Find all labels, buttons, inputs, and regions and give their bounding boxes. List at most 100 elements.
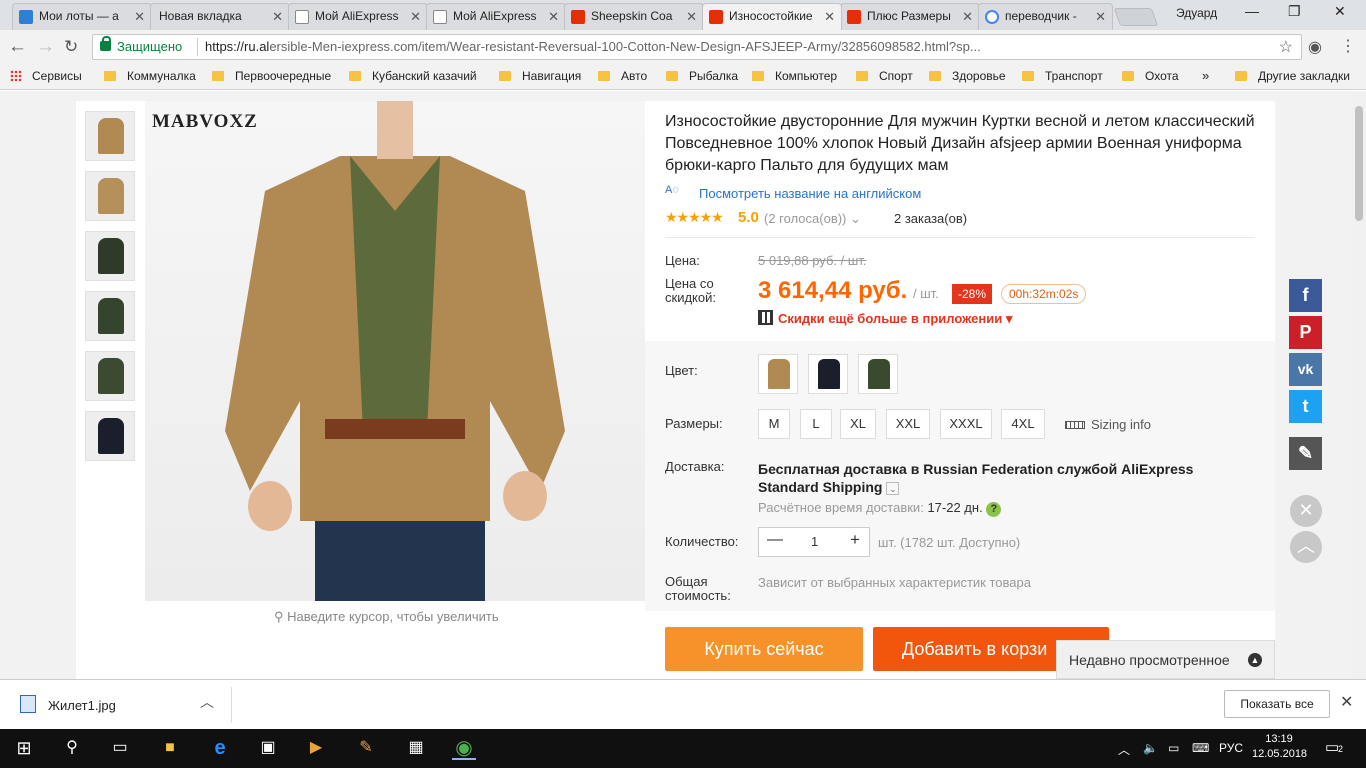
close-icon[interactable]: ✕	[1095, 4, 1106, 29]
quantity-stepper[interactable]: — 1 +	[758, 527, 870, 557]
color-swatch-green[interactable]	[858, 354, 898, 394]
size-option-xxxl[interactable]: XXXL	[940, 409, 992, 439]
tab-5-active[interactable]: Износостойкие ✕	[702, 3, 842, 30]
thumbnail[interactable]	[85, 111, 135, 161]
color-swatch-navy[interactable]	[808, 354, 848, 394]
bookmark-folder[interactable]: Охота	[1122, 69, 1179, 83]
sizing-info-link[interactable]: Sizing info	[1065, 417, 1151, 432]
media-player-icon[interactable]: ▶	[304, 736, 328, 760]
size-option-m[interactable]: M	[758, 409, 790, 439]
size-option-xl[interactable]: XL	[840, 409, 876, 439]
maximize-icon[interactable]: ❐	[1288, 3, 1301, 20]
show-all-button[interactable]: Показать все	[1224, 690, 1330, 718]
bookmark-folder[interactable]: Навигация	[499, 69, 581, 83]
tab-4[interactable]: Sheepskin Coa ✕	[564, 3, 704, 30]
tab-3[interactable]: Мой AliExpress ✕	[426, 3, 566, 30]
app-icon[interactable]: ✎	[354, 736, 378, 760]
bookmark-folder[interactable]: Компьютер	[752, 69, 837, 83]
close-window-icon[interactable]: ✕	[1334, 3, 1346, 20]
reload-icon[interactable]: ↻	[64, 37, 78, 57]
chevron-up-icon[interactable]: ︿	[200, 692, 214, 712]
download-filename[interactable]: Жилет1.jpg	[48, 698, 116, 713]
scroll-top-icon[interactable]: ︿	[1290, 531, 1322, 563]
scrollbar[interactable]	[1352, 91, 1366, 679]
close-icon[interactable]: ✕	[1340, 692, 1353, 712]
close-icon[interactable]: ✕	[962, 4, 973, 29]
edit-icon[interactable]: ✎	[1289, 437, 1322, 470]
bookmark-folder[interactable]: Первоочередные	[212, 69, 331, 83]
tray-chevron-icon[interactable]: ︿	[1118, 741, 1130, 758]
address-bar[interactable]: Защищено https://ru.alersible-Men-iexpre…	[92, 34, 1302, 60]
close-icon[interactable]: ✕	[1290, 495, 1322, 527]
calculator-icon[interactable]: ▦	[404, 736, 428, 760]
view-english-link[interactable]: Посмотреть название на английском	[699, 186, 921, 201]
quantity-value[interactable]: 1	[811, 534, 818, 549]
bookmark-apps[interactable]: Сервисы	[10, 69, 82, 83]
extension-icon[interactable]: ◉	[1308, 37, 1322, 57]
file-explorer-icon[interactable]: ■	[158, 736, 182, 760]
forward-icon[interactable]: →	[36, 36, 55, 58]
new-tab-button[interactable]	[1113, 8, 1159, 26]
size-option-l[interactable]: L	[800, 409, 832, 439]
thumbnail[interactable]	[85, 351, 135, 401]
close-icon[interactable]: ✕	[134, 4, 145, 29]
size-option-4xl[interactable]: 4XL	[1001, 409, 1045, 439]
search-icon[interactable]: ⚲	[60, 736, 84, 760]
app-deal-link[interactable]: Скидки ещё больше в приложении ▾	[778, 311, 1012, 327]
tab-1[interactable]: Новая вкладка ✕	[150, 3, 290, 30]
tab-7[interactable]: переводчик - ✕	[978, 3, 1113, 30]
thumbnail[interactable]	[85, 231, 135, 281]
chevron-down-icon[interactable]: ⌄	[886, 482, 900, 495]
bookmark-folder[interactable]: Авто	[598, 69, 647, 83]
windows-start-icon[interactable]: ⊞	[12, 736, 36, 760]
bookmark-folder[interactable]: Коммуналка	[104, 69, 196, 83]
bookmark-folder[interactable]: Здоровье	[929, 69, 1006, 83]
bookmark-folder[interactable]: Спорт	[856, 69, 913, 83]
vk-icon[interactable]: vk	[1289, 353, 1322, 386]
task-view-icon[interactable]: ▭	[108, 736, 132, 760]
color-swatch-khaki[interactable]	[758, 354, 798, 394]
pinterest-icon[interactable]: P	[1289, 316, 1322, 349]
bookmark-star-icon[interactable]: ☆	[1279, 37, 1293, 57]
chrome-icon[interactable]: ◉	[452, 736, 476, 760]
store-icon[interactable]: ▣	[256, 736, 280, 760]
close-icon[interactable]: ✕	[548, 4, 559, 29]
language-indicator[interactable]: РУС	[1219, 741, 1243, 755]
bookmark-folder[interactable]: Кубанский казачий	[349, 69, 477, 83]
bookmarks-more-button[interactable]: »	[1202, 68, 1209, 83]
thumbnail[interactable]	[85, 171, 135, 221]
network-icon[interactable]: ▭	[1168, 741, 1179, 755]
plus-icon[interactable]: +	[850, 530, 860, 550]
tab-0[interactable]: Мои лоты — a ✕	[12, 3, 152, 30]
close-icon[interactable]: ✕	[272, 4, 283, 29]
bookmark-folder[interactable]: Транспорт	[1022, 69, 1103, 83]
thumbnail[interactable]	[85, 411, 135, 461]
close-icon[interactable]: ✕	[410, 4, 421, 29]
minus-icon[interactable]: —	[767, 531, 783, 549]
minimize-icon[interactable]: —	[1245, 3, 1259, 19]
facebook-icon[interactable]: f	[1289, 279, 1322, 312]
bookmark-folder[interactable]: Рыбалка	[666, 69, 738, 83]
other-bookmarks[interactable]: Другие закладки	[1235, 69, 1350, 83]
keyboard-icon[interactable]: ⌨	[1192, 741, 1209, 755]
size-option-xxl[interactable]: XXL	[886, 409, 930, 439]
buy-now-button[interactable]: Купить сейчас	[665, 627, 863, 671]
tab-6[interactable]: Плюс Размеры ✕	[840, 3, 980, 30]
close-icon[interactable]: ✕	[824, 4, 835, 29]
product-main-image[interactable]: MABVOXZ	[145, 101, 645, 601]
help-icon[interactable]: ?	[986, 502, 1002, 517]
clock[interactable]: 13:19 12.05.2018	[1252, 732, 1307, 762]
close-icon[interactable]: ✕	[686, 4, 697, 29]
profile-name[interactable]: Эдуард	[1176, 6, 1217, 20]
recently-viewed-panel[interactable]: Недавно просмотренное ▲	[1056, 640, 1275, 679]
translate-icon[interactable]: A◌	[665, 184, 691, 202]
volume-icon[interactable]: 🔈	[1143, 741, 1158, 755]
edge-icon[interactable]: e	[208, 736, 232, 760]
thumbnail[interactable]	[85, 291, 135, 341]
tab-2[interactable]: Мой AliExpress ✕	[288, 3, 428, 30]
back-icon[interactable]: ←	[8, 36, 27, 58]
menu-icon[interactable]: ⋮	[1340, 36, 1356, 56]
scrollbar-thumb[interactable]	[1355, 106, 1363, 221]
url-text[interactable]: https://ru.alersible-Men-iexpress.com/it…	[205, 39, 1265, 54]
rating-votes[interactable]: (2 голоса(ов)) ⌄	[764, 211, 861, 227]
